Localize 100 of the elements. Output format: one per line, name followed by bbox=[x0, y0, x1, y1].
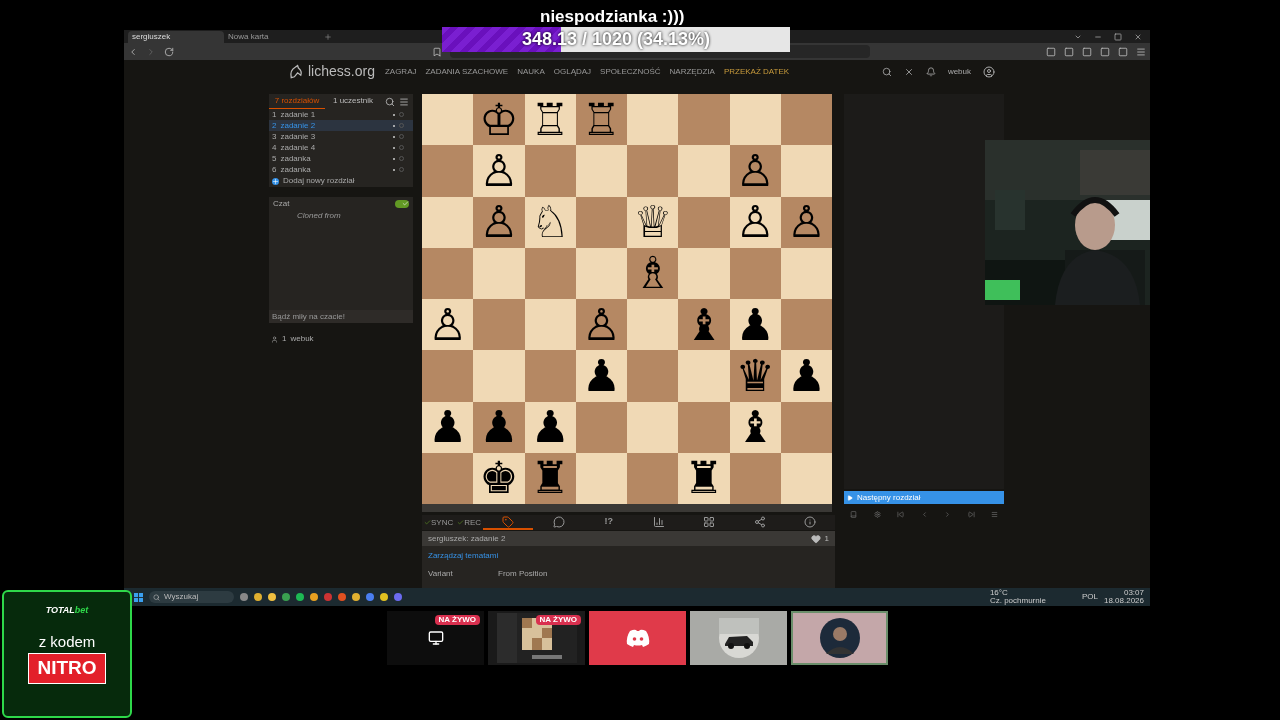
chess-piece[interactable]: ♟ bbox=[786, 353, 827, 398]
chat-input[interactable]: Bądź miły na czacie! bbox=[269, 310, 413, 323]
board-square[interactable]: ♜ bbox=[678, 452, 730, 504]
board-square[interactable]: ♕ bbox=[627, 196, 679, 248]
chapter-item[interactable]: 2 zadanie 2 bbox=[269, 120, 413, 131]
menu-icon[interactable] bbox=[399, 96, 409, 107]
sync-toggle[interactable]: SYNC bbox=[422, 516, 456, 529]
stream-tile[interactable]: NA ŻYWO bbox=[488, 611, 585, 665]
board-square[interactable]: ♛ bbox=[729, 350, 781, 402]
board-square[interactable]: ♙ bbox=[575, 299, 627, 351]
chapter-item[interactable]: 4 zadanie 4 bbox=[269, 142, 413, 153]
board-square[interactable]: ♟ bbox=[575, 350, 627, 402]
chess-piece[interactable]: ♟ bbox=[479, 405, 519, 450]
stream-tile[interactable]: NA ŻYWO bbox=[387, 611, 484, 665]
board-square[interactable] bbox=[780, 452, 832, 504]
previous-move-icon[interactable] bbox=[920, 510, 928, 518]
chess-piece[interactable]: ♗ bbox=[632, 251, 673, 296]
extension-icon[interactable] bbox=[1064, 46, 1074, 57]
board-square[interactable]: ♟ bbox=[524, 401, 576, 453]
search-icon[interactable] bbox=[385, 96, 395, 107]
chess-piece[interactable]: ♚ bbox=[479, 456, 519, 501]
board-square[interactable]: ♟ bbox=[473, 401, 525, 453]
board-square[interactable] bbox=[575, 452, 627, 504]
chess-piece[interactable]: ♖ bbox=[530, 97, 570, 142]
board-square[interactable] bbox=[524, 299, 576, 351]
chess-piece[interactable]: ♙ bbox=[735, 200, 775, 245]
chapter-item[interactable]: 1 zadanie 1 bbox=[269, 109, 413, 120]
language-indicator[interactable]: POL bbox=[1081, 591, 1098, 603]
board-square[interactable] bbox=[780, 299, 832, 351]
board-square[interactable]: ♝ bbox=[729, 401, 781, 453]
close-icon[interactable] bbox=[903, 66, 914, 77]
board-square[interactable]: ♝ bbox=[678, 299, 730, 351]
board-square[interactable]: ♟ bbox=[729, 299, 781, 351]
chess-piece[interactable]: ♙ bbox=[479, 200, 519, 245]
board-square[interactable] bbox=[729, 247, 781, 299]
board-square[interactable] bbox=[627, 452, 679, 504]
chess-piece[interactable]: ♙ bbox=[581, 302, 622, 347]
board-square[interactable] bbox=[627, 401, 679, 453]
username[interactable]: webuk bbox=[947, 65, 971, 78]
nav-link[interactable]: ZAGRAJ bbox=[384, 65, 417, 78]
nav-link[interactable]: NAUKA bbox=[517, 65, 545, 78]
member-name[interactable]: webuk bbox=[290, 333, 314, 345]
board-square[interactable]: ♗ bbox=[627, 247, 679, 299]
board-square[interactable]: ♘ bbox=[524, 196, 576, 248]
heart-icon[interactable] bbox=[810, 533, 821, 544]
board-square[interactable]: ♟ bbox=[780, 350, 832, 402]
study-tab[interactable]: 7 rozdziałów bbox=[269, 94, 325, 109]
chapter-item[interactable]: 6 zadanka bbox=[269, 164, 413, 175]
stream-tile[interactable] bbox=[791, 611, 888, 665]
board-square[interactable] bbox=[422, 247, 474, 299]
extension-icon[interactable] bbox=[1082, 46, 1092, 57]
chess-piece[interactable]: ♛ bbox=[735, 353, 775, 398]
board-square[interactable] bbox=[575, 247, 627, 299]
menu-icon[interactable] bbox=[1136, 46, 1146, 57]
reload-icon[interactable] bbox=[164, 46, 174, 57]
chess-piece[interactable]: ♝ bbox=[684, 302, 724, 347]
board-square[interactable]: ♖ bbox=[575, 94, 627, 146]
board-square[interactable] bbox=[780, 247, 832, 299]
maximize-icon[interactable] bbox=[1114, 32, 1122, 41]
chapter-item[interactable]: 3 zadanie 3 bbox=[269, 131, 413, 142]
bookmark-icon[interactable] bbox=[432, 46, 442, 57]
board-square[interactable] bbox=[627, 94, 679, 146]
board-square[interactable] bbox=[422, 452, 474, 504]
taskbar-search[interactable]: Wyszukaj bbox=[149, 591, 234, 603]
board-square[interactable]: ♙ bbox=[422, 299, 474, 351]
browser-tab[interactable]: sergiuszek bbox=[128, 31, 224, 43]
browser-tab[interactable]: Nowa karta bbox=[224, 31, 320, 43]
nav-link[interactable]: SPOŁECZNOŚĆ bbox=[600, 65, 661, 78]
board-square[interactable] bbox=[780, 401, 832, 453]
extension-icon[interactable] bbox=[1100, 46, 1110, 57]
board-square[interactable] bbox=[627, 299, 679, 351]
chess-piece[interactable]: ♕ bbox=[632, 200, 673, 245]
study-tab[interactable]: 1 uczestnik bbox=[325, 94, 381, 109]
topics-link[interactable]: Zarządzaj tematami bbox=[428, 550, 829, 562]
nav-link[interactable]: OGLĄDAJ bbox=[553, 65, 592, 78]
extension-icon[interactable] bbox=[1046, 46, 1056, 57]
add-chapter-button[interactable]: Dodaj nowy rozdział bbox=[269, 175, 413, 187]
windows-icon[interactable] bbox=[134, 592, 143, 602]
board-square[interactable]: ♜ bbox=[524, 452, 576, 504]
board-square[interactable] bbox=[422, 94, 474, 146]
board-square[interactable]: ♖ bbox=[524, 94, 576, 146]
chess-piece[interactable]: ♖ bbox=[581, 97, 622, 142]
board-square[interactable]: ♙ bbox=[473, 145, 525, 197]
site-logo[interactable]: lichess.org bbox=[288, 61, 375, 82]
close-icon[interactable] bbox=[1134, 32, 1142, 41]
chess-piece[interactable]: ♟ bbox=[530, 405, 570, 450]
board-square[interactable]: ♙ bbox=[473, 196, 525, 248]
board-square[interactable] bbox=[729, 452, 781, 504]
new-tab-icon[interactable] bbox=[324, 33, 332, 41]
settings-icon[interactable] bbox=[873, 510, 881, 518]
first-move-icon[interactable] bbox=[897, 510, 904, 518]
chapter-item[interactable]: 5 zadanka bbox=[269, 153, 413, 164]
board-square[interactable] bbox=[422, 196, 474, 248]
search-icon[interactable] bbox=[881, 66, 892, 77]
board-square[interactable] bbox=[575, 196, 627, 248]
board-square[interactable] bbox=[524, 247, 576, 299]
chess-piece[interactable]: ♟ bbox=[735, 302, 775, 347]
board-square[interactable] bbox=[780, 94, 832, 146]
board-square[interactable]: ♔ bbox=[473, 94, 525, 146]
nav-link[interactable]: NARZĘDZIA bbox=[669, 65, 715, 78]
